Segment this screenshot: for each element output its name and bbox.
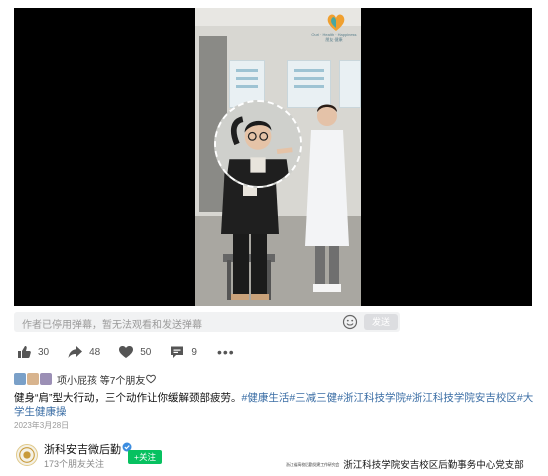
- love-count: 50: [140, 346, 152, 358]
- zoom-inset-circle: [214, 100, 302, 188]
- zoomed-face: [216, 102, 300, 186]
- post-text: 健身“肩”型大行动，三个动作让你缓解颈部疲劳。: [14, 392, 242, 404]
- hashtag[interactable]: #浙江科技学院: [337, 392, 406, 404]
- hashtag[interactable]: #浙江科技学院安吉校区: [406, 392, 517, 404]
- post-date: 2023年3月28日: [14, 421, 70, 430]
- watermark: 浙江省高校后勤党建工作研究会 浙江科技学院安吉校区后勤事务中心党支部: [286, 457, 524, 471]
- post-description: 健身“肩”型大行动，三个动作让你缓解颈部疲劳。#健康生活#三减三健#浙江科技学院…: [14, 391, 536, 419]
- thumbs-up-icon: [18, 346, 31, 358]
- comment-button[interactable]: 9: [169, 344, 197, 360]
- more-icon[interactable]: •••: [217, 344, 235, 360]
- avatar: [27, 373, 39, 385]
- account-avatar[interactable]: [16, 444, 38, 466]
- comment-count: 9: [191, 346, 197, 358]
- avatar: [40, 373, 52, 385]
- liked-by-row[interactable]: 项小屁孩 等7个朋友: [14, 372, 157, 387]
- danmu-input-bar[interactable]: 作者已停用弹幕，暂无法观看和发送弹幕 发送: [14, 312, 400, 332]
- share-button[interactable]: 48: [67, 344, 100, 360]
- hashtag[interactable]: #健康生活: [242, 392, 290, 404]
- comment-icon: [171, 346, 184, 358]
- emoji-icon[interactable]: [342, 314, 358, 330]
- danmu-placeholder: 作者已停用弹幕，暂无法观看和发送弹幕: [22, 320, 202, 331]
- share-arrow-icon: [68, 346, 83, 358]
- like-button[interactable]: 30: [16, 344, 49, 360]
- heart-outline-icon: [146, 374, 157, 384]
- avatar: [14, 373, 26, 385]
- action-bar: 30 48 50 9 •••: [16, 344, 235, 360]
- love-button[interactable]: 50: [118, 344, 151, 360]
- account-friends: 173个朋友关注: [44, 459, 105, 469]
- share-count: 48: [89, 346, 101, 358]
- send-danmu-button[interactable]: 发送: [364, 314, 398, 330]
- heart-icon: [119, 346, 134, 358]
- account-name[interactable]: 浙科安吉微后勤: [44, 441, 121, 457]
- follow-button[interactable]: +关注: [128, 450, 162, 464]
- watermark-small: 浙江省高校后勤党建工作研究会: [286, 462, 340, 468]
- school-emblem-icon: [19, 447, 35, 463]
- logo-text: Ouri · Health · Happiness 朋友·健康: [311, 32, 357, 42]
- video-player[interactable]: Ouri · Health · Happiness 朋友·健康: [14, 8, 532, 306]
- video-frame: Ouri · Health · Happiness 朋友·健康: [195, 8, 361, 306]
- heart-logo-icon: [327, 14, 345, 31]
- watermark-text: 浙江科技学院安吉校区后勤事务中心党支部: [343, 460, 524, 471]
- like-count: 30: [38, 346, 50, 358]
- hashtag[interactable]: #三减三健: [289, 392, 337, 404]
- doctor-figure: [305, 104, 349, 292]
- account-row: 浙科安吉微后勤 173个朋友关注 +关注 浙江省高校后勤党建工作研究会 浙江科技学…: [14, 440, 534, 471]
- liked-by-text: 项小屁孩 等7个朋友: [57, 375, 146, 387]
